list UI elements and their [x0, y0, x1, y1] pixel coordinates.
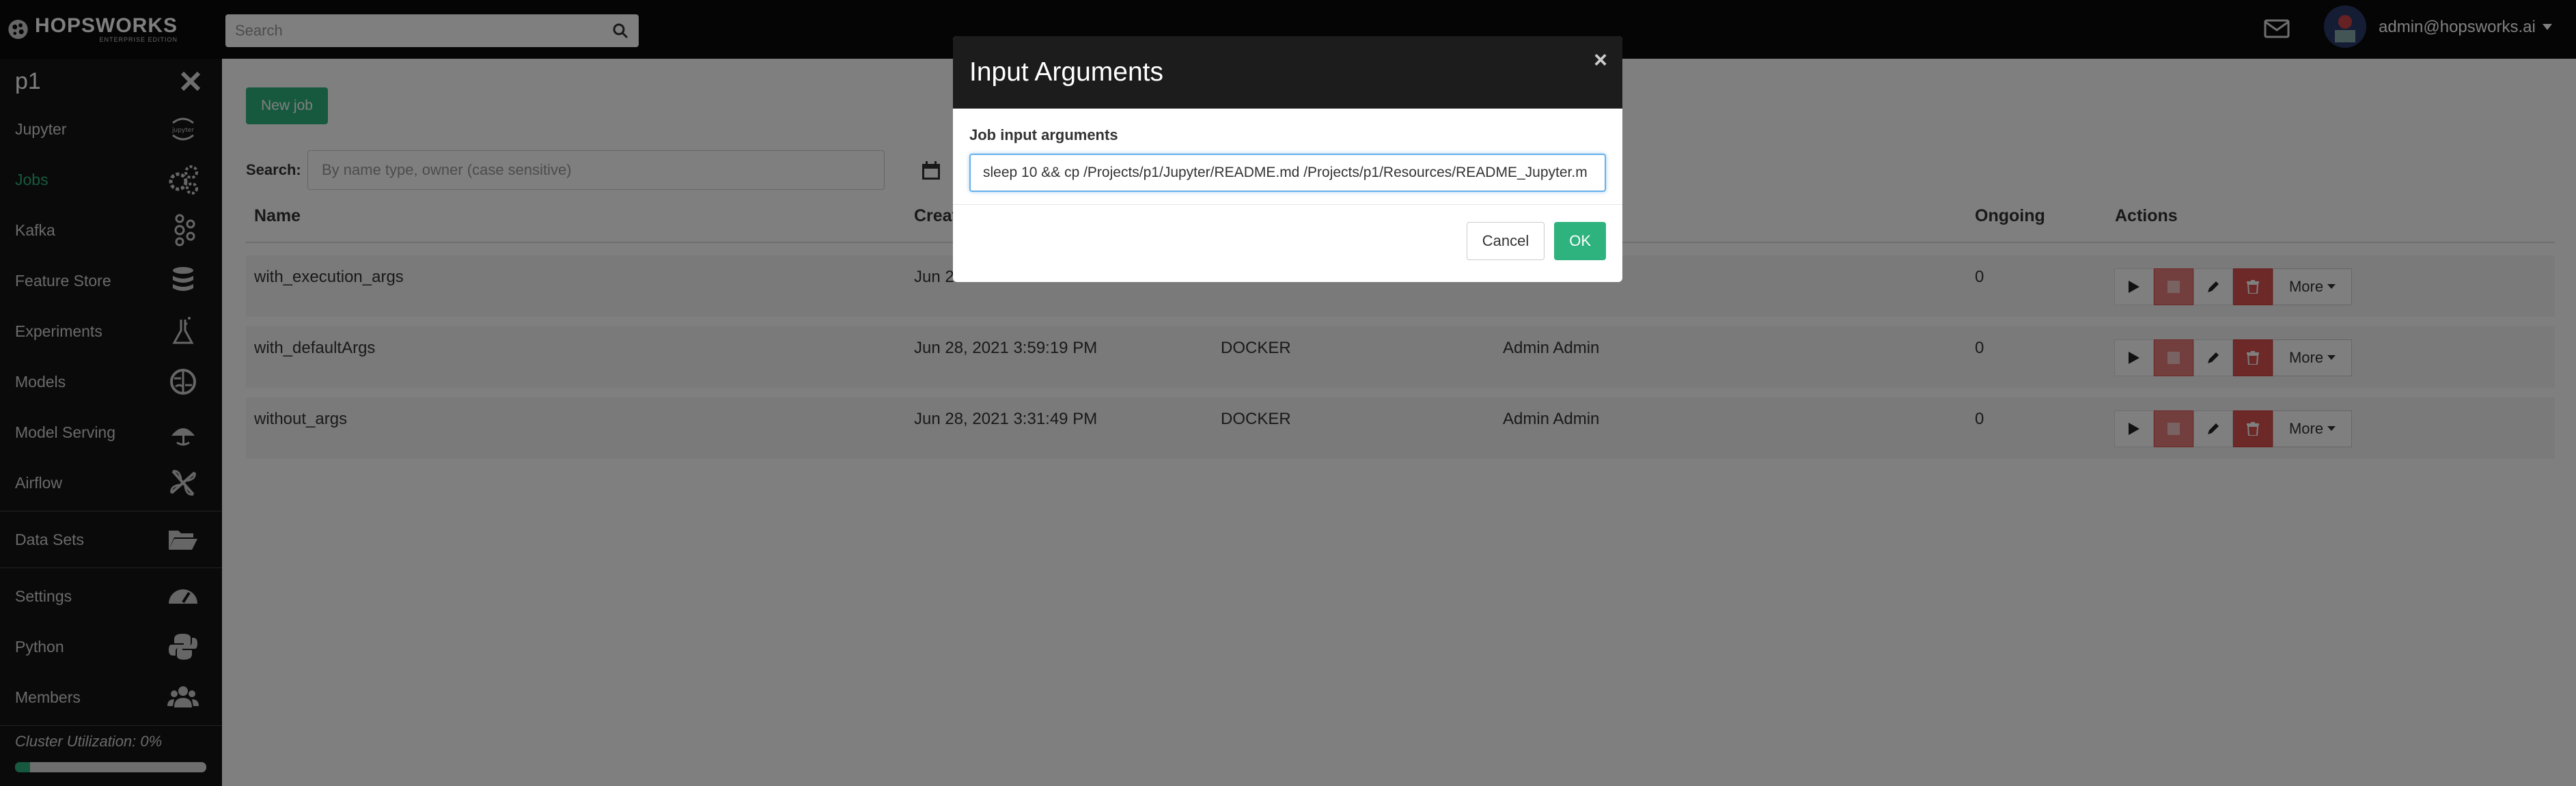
arguments-label: Job input arguments — [969, 126, 1118, 143]
ok-button[interactable]: OK — [1554, 221, 1606, 260]
dialog-header: Input Arguments × — [953, 36, 1622, 109]
arguments-input[interactable]: sleep 10 && cp /Projects/p1/Jupyter/READ… — [969, 154, 1606, 192]
dialog-footer: Cancel OK — [953, 204, 1622, 277]
close-icon[interactable]: × — [1594, 47, 1607, 74]
dialog-title: Input Arguments — [969, 57, 1164, 87]
dialog-body: Job input arguments sleep 10 && cp /Proj… — [953, 109, 1622, 204]
input-arguments-dialog: Input Arguments × Job input arguments sl… — [953, 36, 1622, 282]
cancel-button[interactable]: Cancel — [1466, 221, 1545, 260]
